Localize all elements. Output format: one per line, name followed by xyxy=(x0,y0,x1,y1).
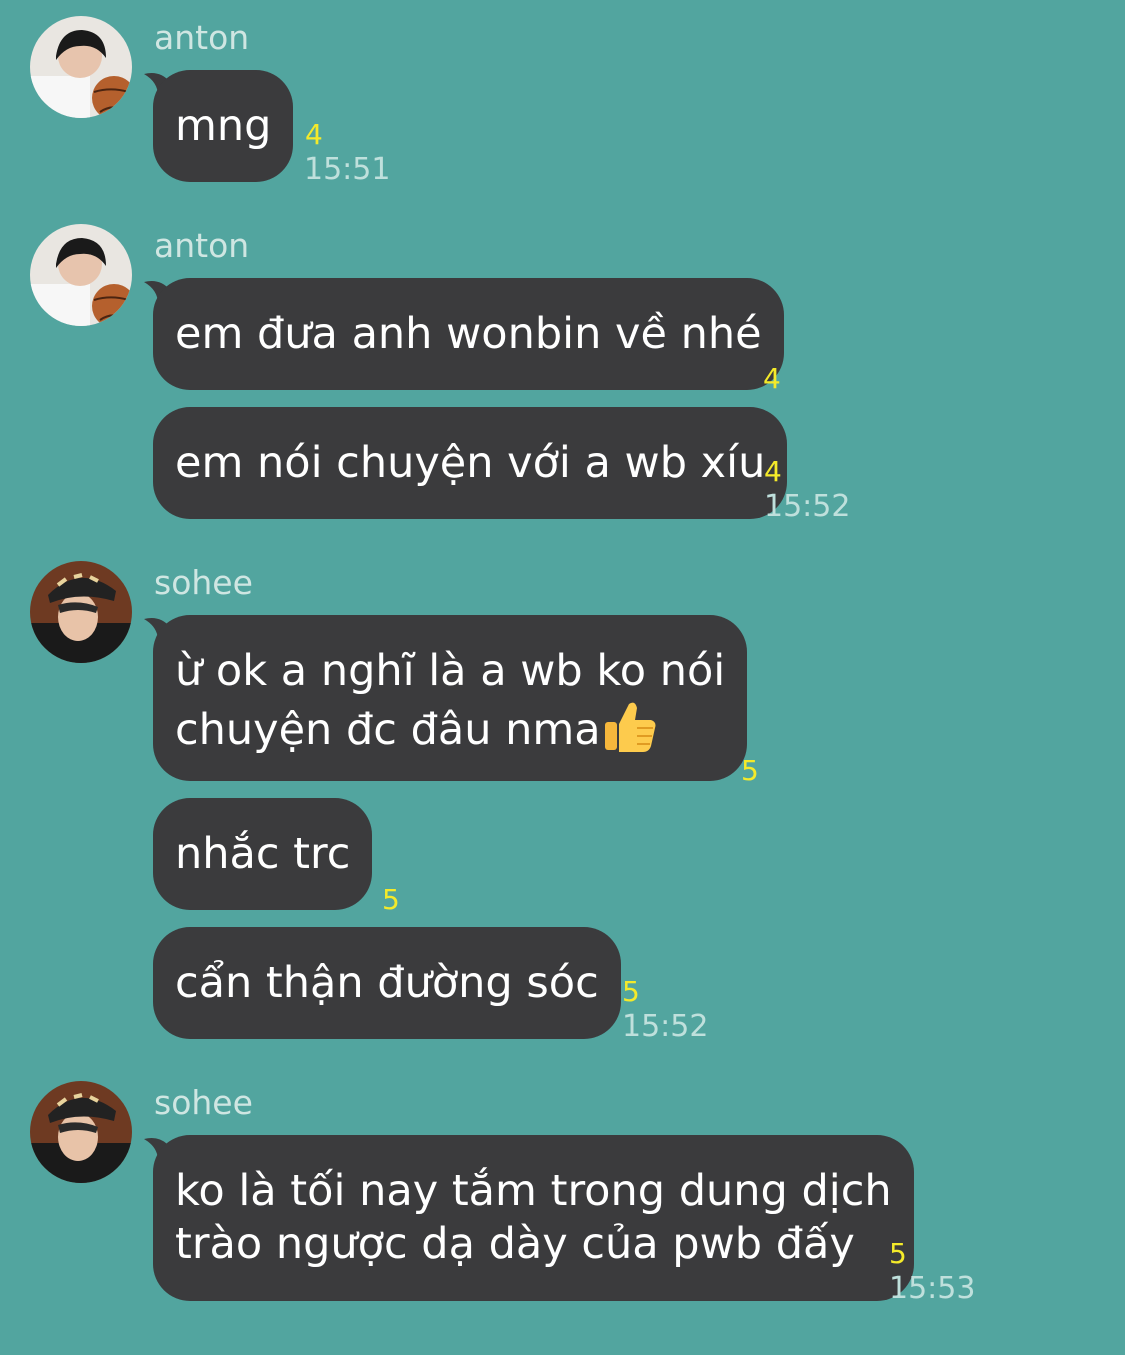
message-bubble[interactable]: em đưa anh wonbin về nhé xyxy=(153,278,784,390)
read-count: 5 xyxy=(741,754,759,787)
avatar-sohee-icon xyxy=(30,1081,132,1183)
message-text: mng xyxy=(175,101,272,151)
read-count: 4 xyxy=(763,362,781,395)
message-text: cẩn thận đường sóc xyxy=(175,958,599,1008)
message-timestamp: 15:53 xyxy=(889,1271,976,1306)
sender-name: sohee xyxy=(154,563,253,602)
message-bubble[interactable]: cẩn thận đường sóc xyxy=(153,927,621,1039)
message-text-line: trào ngược dạ dày của pwb đấy xyxy=(175,1219,855,1269)
message-text-line: ừ ok a nghĩ là a wb ko nói xyxy=(175,646,726,696)
message-timestamp: 15:52 xyxy=(764,489,851,524)
message-text-line: chuyện đc đâu nma xyxy=(175,698,725,757)
message-bubble[interactable]: ko là tối nay tắm trong dung dịch trào n… xyxy=(153,1135,914,1301)
read-count: 5 xyxy=(382,883,400,916)
sender-avatar[interactable] xyxy=(30,224,132,326)
read-count: 5 xyxy=(889,1237,907,1270)
message-text: em đưa anh wonbin về nhé xyxy=(175,309,762,359)
message-bubble[interactable]: mng xyxy=(153,70,294,182)
avatar-anton-icon xyxy=(30,16,132,118)
sender-name: anton xyxy=(154,226,250,265)
message-text: nhắc trc xyxy=(175,829,351,879)
message-bubble[interactable]: em nói chuyện với a wb xíu xyxy=(153,407,788,519)
message-text: em nói chuyện với a wb xíu xyxy=(175,438,766,488)
message-text-line: ko là tối nay tắm trong dung dịch xyxy=(175,1166,892,1216)
avatar-anton-icon xyxy=(30,224,132,326)
sender-avatar[interactable] xyxy=(30,1081,132,1183)
message-timestamp: 15:51 xyxy=(304,152,391,187)
message-bubble[interactable]: ừ ok a nghĩ là a wb ko nói chuyện đc đâu… xyxy=(153,615,748,781)
message-bubble[interactable]: nhắc trc xyxy=(153,798,373,910)
read-count: 4 xyxy=(305,118,323,151)
read-count: 5 xyxy=(622,975,640,1008)
message-timestamp: 15:52 xyxy=(622,1009,709,1044)
sender-avatar[interactable] xyxy=(30,16,132,118)
avatar-sohee-icon xyxy=(30,561,132,663)
read-count: 4 xyxy=(764,455,782,488)
sender-name: anton xyxy=(154,18,250,57)
thumbs-up-emoji-icon xyxy=(604,702,656,752)
sender-avatar[interactable] xyxy=(30,561,132,663)
sender-name: sohee xyxy=(154,1083,253,1122)
